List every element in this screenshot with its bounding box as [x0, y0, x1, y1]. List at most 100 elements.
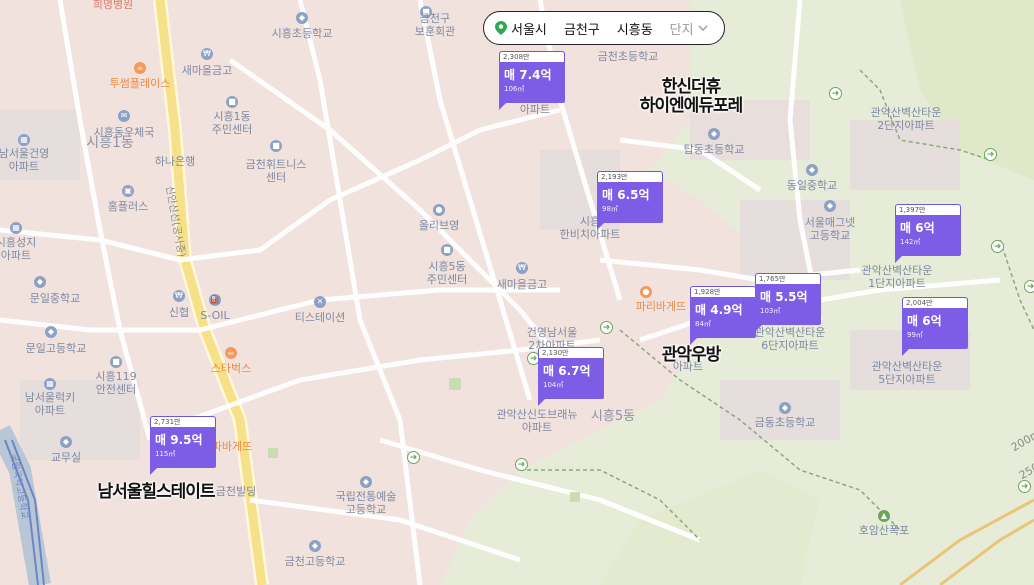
map-label-saemaeul-2: 새마을금고 [496, 278, 548, 291]
region-search-bar[interactable]: 서울시 금천구 시흥동 단지 [483, 11, 725, 45]
price-per-pyeong: 2,130만 [538, 347, 604, 358]
trail-marker-icon[interactable]: ➜ [984, 148, 997, 161]
gas-station-icon: ⛽ [209, 294, 221, 306]
map-label-tstation: 티스테이션 [294, 311, 346, 324]
school-icon: ◆ [309, 540, 321, 552]
map-label-siheung1-center: 시흥1동 주민센터 [211, 110, 253, 136]
bank-icon: ₩ [516, 262, 528, 274]
trail-marker-icon[interactable]: ➜ [829, 87, 842, 100]
map-label-siheung5dong: 시흥5동 [590, 409, 636, 424]
city-selector[interactable]: 서울시 [511, 19, 547, 38]
price-marker[interactable]: 1,928만 매 4.9억 84㎡ [690, 286, 756, 345]
area: 98㎡ [602, 205, 618, 213]
bank-icon: ₩ [173, 290, 185, 302]
map-label-siheung119: 시흥119 안전센터 [95, 370, 137, 396]
marker-tail [902, 348, 910, 356]
wrench-icon: ✕ [314, 296, 326, 308]
price-marker[interactable]: 2,193만 매 6.5억 98㎡ [597, 171, 663, 230]
area: 142㎡ [900, 238, 921, 246]
map-label-starbucks: 스타벅스 [210, 362, 252, 375]
map-label-geumcheon-building: 금천빌딩 [215, 485, 257, 498]
sale-price: 매 4.9억 [695, 303, 743, 317]
map-label-oliveyoung: 올리브영 [418, 219, 460, 232]
cafe-icon: ☕ [225, 347, 237, 359]
school-icon: ◆ [779, 402, 791, 414]
map-label-byeoksan2: 관악산벽산타운 2단지아파트 [870, 106, 942, 132]
sale-price: 매 9.5억 [155, 433, 203, 447]
marker-tail [499, 102, 507, 110]
post-office-icon: ✉ [118, 110, 130, 122]
price-per-pyeong: 1,928만 [690, 286, 756, 297]
price-marker[interactable]: 2,308만 매 7.4억 106㎡ [499, 51, 565, 110]
map-label-magnet-high: 서울매그넷 고등학교 [804, 216, 856, 242]
marker-tail [597, 222, 605, 230]
area: 84㎡ [695, 320, 711, 328]
map-label-twosome: 투썸플레이스 [109, 77, 171, 90]
waterfall-icon: ▲ [878, 510, 890, 522]
price-per-pyeong: 1,765만 [755, 273, 821, 284]
shopping-icon: ▣ [122, 185, 134, 197]
area: 99㎡ [907, 331, 923, 339]
school-icon: ◆ [60, 436, 72, 448]
sale-price: 매 6억 [900, 221, 935, 235]
school-icon: ◆ [824, 200, 836, 212]
sale-price: 매 6억 [907, 314, 942, 328]
trail-marker-icon[interactable]: ➜ [515, 458, 528, 471]
map-label-fitness-center: 금천휘트니스 센터 [245, 158, 307, 184]
bank-icon: ₩ [201, 48, 213, 60]
trail-marker-icon[interactable]: ➜ [600, 321, 613, 334]
map-label-hoamsan-falls: 호암산폭포 [858, 524, 910, 537]
cafe-icon: ☕ [134, 62, 146, 74]
fire-station-icon: ■ [110, 356, 122, 368]
category-selector[interactable]: 단지 [670, 19, 694, 38]
map-label-byeoksan6: 관악산벽산타운 6단지아파트 [754, 326, 826, 352]
map-label-siheung1dong: 시흥1동 [86, 135, 134, 151]
map-label-soil: S-OIL [200, 309, 230, 322]
price-per-pyeong: 2,193만 [597, 171, 663, 182]
building-icon: ■ [226, 96, 238, 108]
trail-marker-icon[interactable]: ➜ [1018, 480, 1031, 493]
bakery-icon: ● [640, 286, 652, 298]
price-marker[interactable]: 2,731만 매 9.5억 115㎡ [150, 416, 216, 475]
map-label-parisbaguette-1: 파바게뜨 [211, 440, 253, 453]
price-per-pyeong: 2,004만 [902, 297, 968, 308]
map-label-dongil-middle: 동일중학교 [786, 179, 838, 192]
map-label-homeplus: 홈플러스 [107, 200, 149, 213]
dong-selector[interactable]: 시흥동 [617, 19, 653, 38]
map-label-munil-middle: 문일중학교 [29, 292, 81, 305]
sale-price: 매 7.4억 [504, 68, 552, 82]
map-label-apartment-1: 아파트 [519, 103, 551, 116]
area: 106㎡ [504, 85, 525, 93]
price-marker[interactable]: 2,130만 매 6.7억 104㎡ [538, 347, 604, 406]
building-icon: ■ [441, 244, 453, 256]
trail-marker-icon[interactable]: ➜ [991, 240, 1004, 253]
trail-marker-icon[interactable]: ➜ [407, 451, 420, 464]
complex-label-hanshin[interactable]: 한신더휴 하이엔에듀포레 [640, 78, 743, 116]
marker-tail [150, 467, 158, 475]
map-label-shindo-brenue: 관악산신도브래뉴 아파트 [496, 408, 578, 434]
school-icon: ◆ [360, 476, 372, 488]
price-marker[interactable]: 1,397만 매 6억 142㎡ [895, 204, 961, 263]
marker-tail [755, 324, 763, 332]
area: 104㎡ [543, 381, 564, 389]
map-label-tapdong-elementary: 탑동초등학교 [683, 143, 745, 156]
complex-label-namseoul-hillstate[interactable]: 남서울힐스테이트 [97, 483, 215, 502]
school-icon: ◆ [45, 326, 57, 338]
chevron-down-icon[interactable] [698, 24, 708, 32]
map-label-geumcheon-veterans-hall: 금천구 보훈회관 [414, 12, 456, 38]
district-selector[interactable]: 금천구 [564, 19, 600, 38]
building-icon: ■ [270, 140, 282, 152]
complex-label-gwanak-woobang[interactable]: 관악우방 [662, 346, 722, 365]
apartment-icon: ▦ [10, 222, 22, 234]
map-label-byeoksan1: 관악산벽산타운 1단지아파트 [861, 264, 933, 290]
sale-price: 매 6.5억 [602, 188, 650, 202]
price-marker[interactable]: 1,765만 매 5.5억 103㎡ [755, 273, 821, 332]
marker-tail [895, 255, 903, 263]
price-marker[interactable]: 2,004만 매 6억 99㎡ [902, 297, 968, 356]
map-label-byeoksan5: 관악산벽산타운 5단지아파트 [871, 360, 943, 386]
map-label-geumcheon-high: 금천고등학교 [284, 555, 346, 568]
price-per-pyeong: 2,308만 [499, 51, 565, 62]
area: 115㎡ [155, 450, 176, 458]
trail-marker-icon[interactable]: ➜ [1024, 280, 1034, 293]
map-label-parisbaguette-2: 파리바게뜨 [635, 300, 687, 313]
